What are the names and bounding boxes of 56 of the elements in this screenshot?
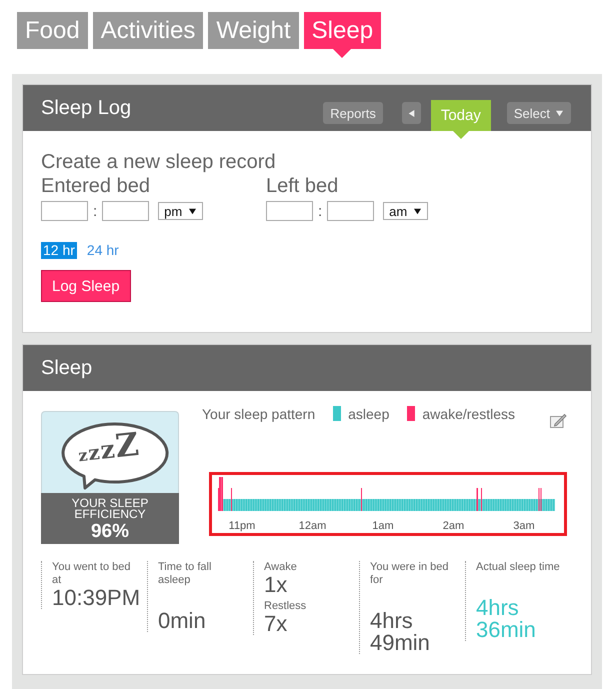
stat-value: 4hrs 36min [476, 597, 537, 641]
stat-label: You went to bed at [52, 561, 132, 587]
card-title: Sleep [41, 356, 92, 380]
dropdown-button[interactable]: Select [506, 102, 571, 124]
stat-value: 10:39PM [52, 587, 142, 609]
toolbar-button[interactable]: Reports [323, 102, 383, 124]
legend-label: awake/restless [422, 406, 515, 422]
field-label: Entered bed [41, 174, 151, 198]
hour-field[interactable] [41, 201, 88, 221]
period-select[interactable]: am [383, 202, 428, 220]
previous-button[interactable] [402, 102, 421, 124]
stat-value: 1x [264, 574, 288, 596]
form-title: Create a new sleep record [41, 150, 277, 174]
restless-mark [361, 488, 362, 511]
log-sleep-button[interactable]: Log Sleep [41, 270, 131, 302]
bubble-text: zzzZ [76, 426, 142, 468]
time-label: 12am [298, 520, 326, 532]
stat-value: 0min [158, 610, 207, 632]
nav-tab[interactable]: Activities [92, 12, 204, 49]
restless-mark [476, 488, 478, 511]
pattern-title: Your sleep pattern [202, 406, 316, 422]
tab-pointer [452, 131, 469, 139]
time-format-option[interactable]: 12 hr [41, 242, 77, 259]
time-label: 3am [513, 520, 535, 532]
time-label: 2am [442, 520, 464, 532]
time-label: 1am [372, 520, 394, 532]
time-format-option[interactable]: 24 hr [84, 242, 121, 259]
restless-mark [481, 488, 482, 511]
minute-field[interactable] [327, 201, 374, 221]
legend-label: asleep [348, 406, 390, 422]
caret-down-icon [414, 208, 422, 214]
stat-value: 7x [264, 613, 288, 635]
time-label: 11pm [228, 520, 256, 532]
stat-label: Time to fall asleep [158, 561, 212, 587]
hour-field[interactable] [266, 201, 313, 221]
field-label: Left bed [266, 174, 340, 198]
nav-tab[interactable]: Food [17, 12, 88, 49]
edit-icon[interactable] [550, 413, 567, 428]
period-select[interactable]: pm [158, 202, 204, 220]
card-title: Sleep Log [41, 96, 132, 120]
caret-left-icon [408, 108, 415, 118]
time-separator: : [93, 202, 98, 220]
stat-label: You were in bed for [370, 561, 450, 587]
caret-down-icon [189, 208, 196, 214]
stat-value: 4hrs 49min [370, 610, 431, 654]
minute-field[interactable] [102, 201, 150, 221]
caret-down-icon [555, 110, 564, 116]
efficiency-label: YOUR SLEEP EFFICIENCY [70, 498, 150, 520]
stat-label: Awake [264, 561, 298, 574]
efficiency-value: 96% [90, 521, 130, 543]
stat-label: Actual sleep time [476, 561, 561, 574]
time-separator: : [318, 202, 322, 220]
tab-pointer [333, 49, 352, 58]
stat-label: Restless [264, 600, 308, 613]
restless-mark [231, 488, 232, 511]
nav-tab[interactable]: Weight [208, 12, 299, 49]
